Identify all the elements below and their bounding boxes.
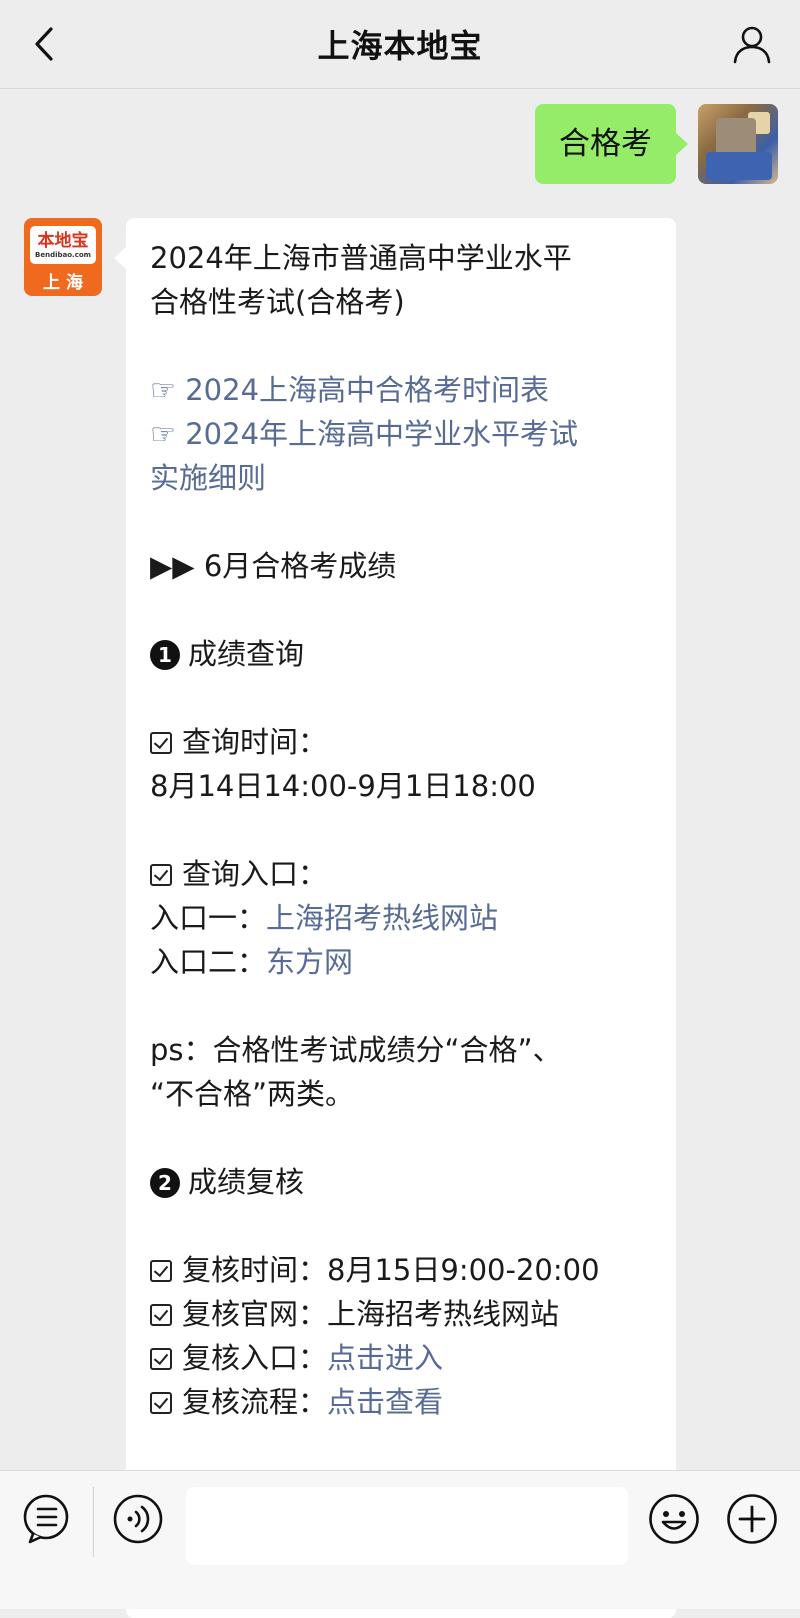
voice-icon: [113, 1494, 163, 1544]
checkbox-icon: [150, 1304, 172, 1326]
logo-brand-text: 本地宝: [37, 230, 89, 251]
plus-icon: [727, 1494, 777, 1544]
sent-message-row: 合格考: [535, 104, 778, 184]
section-heading: ▶▶ 6月合格考成绩: [150, 549, 397, 583]
chat-title: 上海本地宝: [317, 27, 483, 65]
list-menu-icon: [23, 1494, 69, 1544]
step1-heading: 1 成绩查询: [150, 632, 654, 676]
review-flow-row: 复核流程：点击查看: [150, 1380, 654, 1424]
checkbox-icon: [150, 1348, 172, 1370]
message-title-line1: 2024年上海市普通高中学业水平: [150, 241, 572, 275]
entry1-link[interactable]: 上海招考热线网站: [266, 901, 498, 935]
sent-message-bubble[interactable]: 合格考: [535, 104, 688, 184]
review-flow-label: 复核流程：: [182, 1385, 328, 1419]
chevron-left-icon: [35, 27, 53, 61]
review-entry-row: 复核入口：点击进入: [150, 1336, 654, 1380]
step1-number-badge: 1: [150, 640, 180, 670]
query-time-label: 查询时间：: [182, 725, 328, 759]
review-site-value: 上海招考热线网站: [327, 1297, 560, 1331]
entry1-row: 入口一：上海招考热线网站: [150, 896, 654, 940]
ps-note-line1: ps：合格性考试成绩分“合格”、: [150, 1033, 562, 1067]
exam-rules-link-line1[interactable]: ☞ 2024年上海高中学业水平考试: [150, 412, 654, 456]
step1-title: 成绩查询: [188, 637, 305, 671]
official-account-avatar[interactable]: 本地宝 Bendibao.com 上 海: [24, 218, 102, 296]
bendibao-logo: 本地宝 Bendibao.com: [30, 226, 96, 264]
person-icon: [733, 26, 771, 64]
entry2-label: 入口二：: [150, 945, 267, 979]
checkbox-icon: [150, 864, 172, 886]
entry2-link[interactable]: 东方网: [266, 945, 353, 979]
user-avatar[interactable]: [698, 104, 778, 184]
emoji-icon: [649, 1494, 699, 1544]
timetable-link[interactable]: ☞ 2024上海高中合格考时间表: [150, 368, 654, 412]
review-entry-link[interactable]: 点击进入: [327, 1341, 443, 1375]
voice-input-button[interactable]: [112, 1493, 164, 1545]
menu-toggle-button[interactable]: [20, 1493, 72, 1545]
review-site-label: 复核官网：: [182, 1297, 328, 1331]
step2-title: 成绩复核: [188, 1165, 305, 1199]
query-time-value: 8月14日14:00-9月1日18:00: [150, 769, 536, 803]
bar-divider: [93, 1487, 94, 1557]
review-time-label: 复核时间：: [182, 1253, 328, 1287]
review-flow-link[interactable]: 点击查看: [327, 1385, 443, 1419]
review-site-row: 复核官网：上海招考热线网站: [150, 1292, 654, 1336]
query-time-row: 查询时间：: [150, 720, 654, 764]
review-entry-label: 复核入口：: [182, 1341, 328, 1375]
message-title-line2: 合格性考试(合格考): [150, 285, 405, 319]
message-input[interactable]: [186, 1487, 628, 1565]
checkbox-icon: [150, 1260, 172, 1282]
review-time-value: 8月15日9:00-20:00: [327, 1253, 600, 1287]
checkbox-icon: [150, 732, 172, 754]
step2-heading: 2 成绩复核: [150, 1160, 654, 1204]
entry1-label: 入口一：: [150, 901, 267, 935]
back-button[interactable]: [24, 24, 64, 64]
entry2-row: 入口二：东方网: [150, 940, 654, 984]
exam-rules-link-line2[interactable]: 实施细则: [150, 456, 654, 500]
step2-number-badge: 2: [150, 1168, 180, 1198]
checkbox-icon: [150, 1392, 172, 1414]
more-actions-button[interactable]: [726, 1493, 778, 1545]
query-entry-label: 查询入口：: [182, 857, 328, 891]
emoji-button[interactable]: [648, 1493, 700, 1545]
received-message-bubble: 2024年上海市普通高中学业水平 合格性考试(合格考) ☞ 2024上海高中合格…: [114, 218, 676, 1618]
profile-button[interactable]: [730, 22, 774, 66]
review-time-row: 复核时间：8月15日9:00-20:00: [150, 1248, 654, 1292]
logo-site-text: Bendibao.com: [35, 250, 91, 259]
chat-header: 上海本地宝: [0, 0, 800, 89]
logo-city-text: 上 海: [43, 273, 83, 293]
ps-note-line2: “不合格”两类。: [150, 1077, 355, 1111]
chat-input-bar: [0, 1470, 800, 1609]
query-entry-row: 查询入口：: [150, 852, 654, 896]
